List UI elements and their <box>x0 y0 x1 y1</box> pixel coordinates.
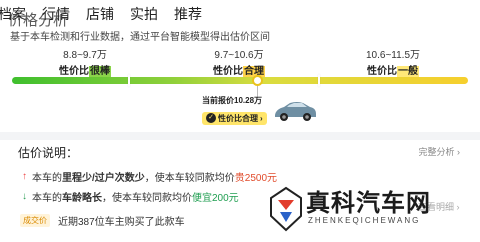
full-analysis-link[interactable]: 完整分析 › <box>419 145 461 158</box>
recent-deals[interactable]: 成交价 近期387位车主购买了此款车 <box>20 213 185 228</box>
watermark-title: 真科汽车网 <box>306 188 431 217</box>
car-icon <box>275 102 316 121</box>
tab-recommend[interactable]: 推荐 <box>174 4 202 24</box>
chevron-right-icon: › <box>260 113 263 123</box>
range-label: 性价比一般 <box>367 66 419 77</box>
current-price-marker <box>252 75 263 86</box>
brand-logo-icon <box>270 186 302 232</box>
price-range-great: 8.8~9.7万 性价比很棒 <box>40 46 130 77</box>
arrow-up-icon: ↑ <box>22 171 27 182</box>
tab-photos[interactable]: 实拍 <box>130 4 158 24</box>
price-gradient-bar <box>12 77 468 84</box>
range-value: 8.8~9.7万 <box>63 50 107 61</box>
bar-divider <box>128 74 130 87</box>
range-value: 9.7~10.6万 <box>214 50 264 61</box>
deal-text: 近期387位车主购买了此款车 <box>58 217 185 228</box>
section-divider <box>0 132 480 140</box>
tab-store[interactable]: 店铺 <box>86 4 114 24</box>
range-label: 性价比很棒 <box>59 66 111 77</box>
price-range-average: 10.6~11.5万 性价比一般 <box>348 46 438 77</box>
range-label: 性价比合理 <box>213 66 265 77</box>
value-rating-badge[interactable]: ✓ 性价比合理 › <box>202 111 267 125</box>
arrow-down-icon: ↓ <box>22 191 27 202</box>
valuation-description: 基于本车检测和行业数据，通过平台智能模型得出估价区间 <box>10 32 270 43</box>
check-icon: ✓ <box>206 113 216 123</box>
watermark-subtitle: ZHENKEQICHEWANG <box>308 216 421 225</box>
reason-item-age: ↓ 本车的 车龄略长 ，使本车较同款均价 便宜200元 <box>22 191 239 204</box>
bar-divider <box>318 74 320 87</box>
range-value: 10.6~11.5万 <box>365 50 421 61</box>
deal-price-badge: 成交价 <box>20 214 50 227</box>
reason-item-mileage: ↑ 本车的 里程少/过户次数少 ，使本车较同款均价 贵2500元 <box>22 171 278 184</box>
price-range-fair: 9.7~10.6万 性价比合理 <box>194 46 284 77</box>
estimate-title: 估价说明： <box>18 146 79 160</box>
section-title-price-analysis: 价格分析 <box>8 12 69 29</box>
watermark: 查看明细 › 真科汽车网 ZHENKEQICHEWANG <box>258 178 480 242</box>
